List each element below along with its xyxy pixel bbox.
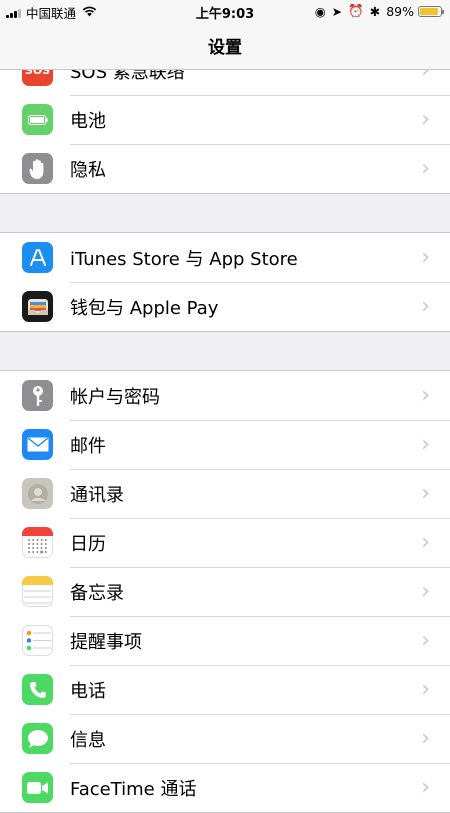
settings-row[interactable]: 备忘录 ›	[0, 567, 450, 616]
phone-icon	[22, 674, 53, 705]
settings-row-label: 钱包与 Apple Pay	[70, 297, 219, 319]
settings-row[interactable]: 电话 ›	[0, 665, 450, 714]
chevron-right-icon: ›	[421, 107, 430, 132]
settings-row[interactable]: iTunes Store 与 App Store ›	[0, 233, 450, 282]
chevron-right-icon: ›	[421, 481, 430, 506]
chevron-right-icon: ›	[421, 677, 430, 702]
settings-row-label: FaceTime 通话	[70, 778, 197, 800]
bluetooth-icon: ✱	[369, 3, 381, 19]
wallet-icon	[22, 291, 53, 322]
battery-indicator-icon	[418, 5, 444, 17]
chevron-right-icon: ›	[421, 579, 430, 604]
settings-row[interactable]: 电池 ›	[0, 95, 450, 144]
calendar-icon	[22, 527, 53, 558]
settings-row[interactable]: FaceTime 通话 ›	[0, 763, 450, 812]
settings-row[interactable]: 隐私 ›	[0, 144, 450, 193]
settings-row-label: 电话	[70, 680, 106, 702]
hand-icon	[22, 153, 53, 184]
settings-row-label: 备忘录	[70, 582, 124, 604]
nav-bar: 设置	[0, 22, 450, 70]
settings-group: 帐户与密码 › 邮件 › 通讯录 › 日历 › 备忘录 › 提醒事项 › 电话 › 信息 › FaceTime …	[0, 370, 450, 813]
chevron-right-icon: ›	[421, 530, 430, 555]
page-title: 设置	[208, 38, 242, 58]
settings-row-label: 提醒事项	[70, 631, 142, 653]
settings-row-label: 隐私	[70, 159, 106, 181]
settings-row-label: 帐户与密码	[70, 386, 160, 408]
settings-row-label: 信息	[70, 729, 106, 751]
alarm-icon: ⏰	[348, 3, 364, 18]
chevron-right-icon: ›	[421, 294, 430, 319]
settings-group: iTunes Store 与 App Store › 钱包与 Apple Pay ›	[0, 232, 450, 332]
mail-icon	[22, 429, 53, 460]
chevron-right-icon: ›	[421, 383, 430, 408]
key-icon	[22, 380, 53, 411]
group-separator	[0, 332, 450, 370]
chevron-right-icon: ›	[421, 156, 430, 181]
chevron-right-icon: ›	[421, 726, 430, 751]
location-icon: ➤	[331, 3, 343, 19]
reminders-icon	[22, 625, 53, 656]
settings-row[interactable]: 日历 ›	[0, 518, 450, 567]
chevron-right-icon: ›	[421, 432, 430, 457]
chevron-right-icon: ›	[421, 245, 430, 270]
settings-row-label: 日历	[70, 533, 106, 555]
contacts-icon	[22, 478, 53, 509]
settings-row-label: 邮件	[70, 435, 106, 457]
settings-row[interactable]: 邮件 ›	[0, 420, 450, 469]
chevron-right-icon: ›	[421, 628, 430, 653]
status-bar: 中国联通 上午9:03 ◉ ➤ ⏰ ✱ 89%	[0, 0, 450, 22]
app-store-icon	[22, 242, 53, 273]
orientation-lock-icon: ◉	[314, 3, 326, 19]
battery-icon	[22, 104, 53, 135]
messages-icon	[22, 723, 53, 754]
group-separator	[0, 194, 450, 232]
settings-row-label: iTunes Store 与 App Store	[70, 248, 298, 270]
settings-row[interactable]: 帐户与密码 ›	[0, 371, 450, 420]
settings-row-label: 通讯录	[70, 484, 124, 506]
settings-row[interactable]: 通讯录 ›	[0, 469, 450, 518]
notes-icon	[22, 576, 53, 607]
chevron-right-icon: ›	[421, 775, 430, 800]
settings-row-label: 电池	[70, 110, 106, 132]
settings-row[interactable]: 信息 ›	[0, 714, 450, 763]
facetime-icon	[22, 772, 53, 803]
battery-percent: 89%	[386, 3, 414, 19]
settings-list: SOS SOS 紧急联络 › 电池 › 隐私 › iTunes Store 与 App Sto…	[0, 45, 450, 813]
settings-row[interactable]: 钱包与 Apple Pay ›	[0, 282, 450, 331]
settings-row[interactable]: 提醒事项 ›	[0, 616, 450, 665]
